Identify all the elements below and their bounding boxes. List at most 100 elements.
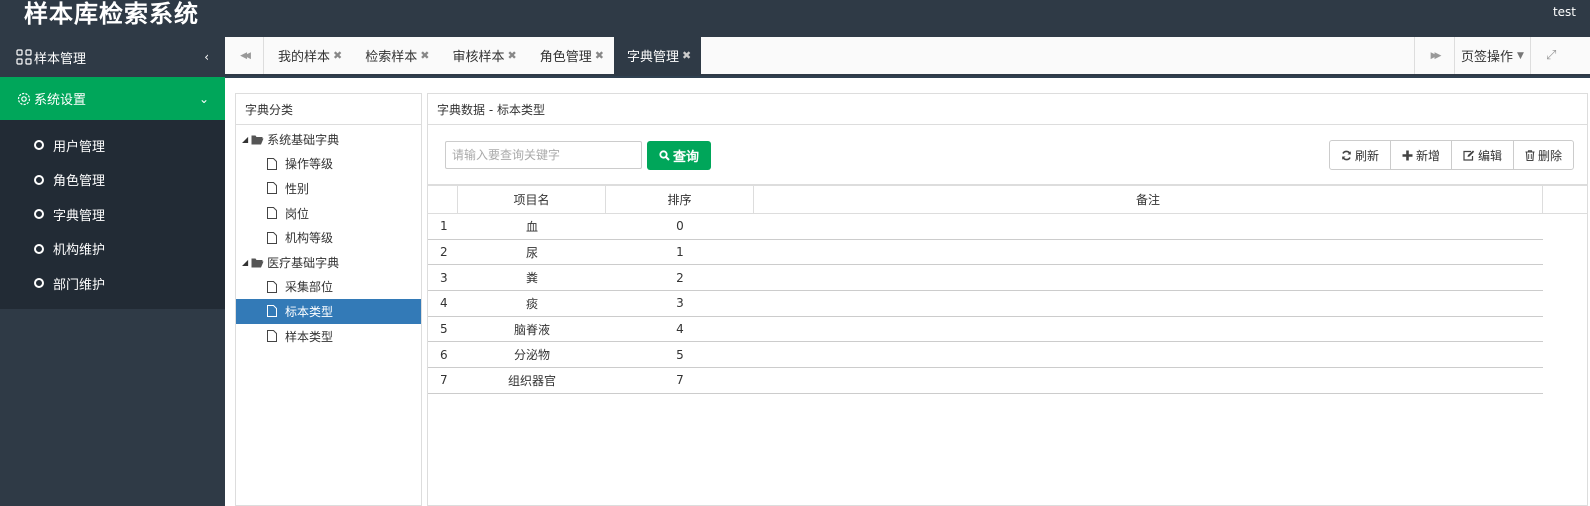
panel-title: 字典分类 — [236, 94, 421, 125]
tabs-bar: ◀◀ 我的样本 ✖ 检索样本 ✖ 审核样本 ✖ 角色管理 ✖ 字典管理 ✖ ▶▶… — [225, 37, 1590, 76]
close-icon[interactable]: ✖ — [682, 49, 691, 62]
folder-open-icon — [251, 258, 264, 268]
sidebar-group-system-settings[interactable]: 系统设置 ⌄ — [0, 77, 225, 120]
cell-note — [754, 265, 1543, 290]
tree-node-position[interactable]: 岗位 — [236, 201, 421, 226]
tree-node-label: 系统基础字典 — [267, 132, 340, 147]
add-label: 新增 — [1415, 148, 1440, 163]
search-input[interactable] — [445, 141, 642, 169]
tab-label: 角色管理 — [539, 50, 592, 65]
tab-search-samples[interactable]: 检索样本 ✖ — [352, 37, 439, 74]
sidebar-item-role-management[interactable]: 角色管理 — [0, 163, 225, 198]
refresh-icon — [1342, 150, 1351, 160]
column-header-note[interactable]: 备注 — [754, 186, 1543, 213]
tab-review-samples[interactable]: 审核样本 ✖ — [439, 37, 526, 74]
tree-node-medical-dict[interactable]: ◢ 医疗基础字典 — [236, 250, 421, 275]
tree-node-org-level[interactable]: 机构等级 — [236, 225, 421, 250]
sidebar-item-label: 用户管理 — [53, 139, 106, 155]
refresh-label: 刷新 — [1354, 148, 1379, 163]
tab-role-management[interactable]: 角色管理 ✖ — [527, 37, 614, 74]
dictionary-data-panel: 字典数据 - 标本类型 查询 刷新 新增 编辑 — [427, 93, 1588, 506]
column-header-name[interactable]: 项目名 — [458, 186, 606, 213]
file-icon — [267, 182, 277, 195]
sidebar-item-label: 机构维护 — [53, 243, 106, 259]
sidebar-submenu: 用户管理 角色管理 字典管理 机构维护 部门维护 — [0, 120, 225, 309]
sidebar-item-label: 角色管理 — [53, 174, 106, 190]
plus-icon — [1402, 150, 1413, 160]
tree-node-collection-site[interactable]: 采集部位 — [236, 275, 421, 300]
expand-triangle-icon[interactable]: ◢ — [242, 258, 248, 267]
sidebar-item-label: 部门维护 — [53, 277, 106, 293]
sidebar-item-label: 字典管理 — [53, 208, 106, 224]
file-icon — [267, 280, 277, 293]
tree-node-operation-level[interactable]: 操作等级 — [236, 152, 421, 177]
cell-note — [754, 368, 1543, 393]
tab-scroll-right-button[interactable]: ▶▶ — [1414, 37, 1454, 74]
expand-icon: ⤢ — [1546, 48, 1557, 63]
tab-operations-dropdown[interactable]: 页签操作 ▼ — [1454, 37, 1530, 74]
category-tree: ◢ 系统基础字典 操作等级 性别 岗位 机构等级 ◢ 医疗基础字典 采集部位 标… — [236, 125, 421, 348]
table-row[interactable]: 5 脑脊液 4 — [428, 317, 1543, 343]
tree-node-label: 岗位 — [285, 206, 310, 221]
cell-sort: 5 — [676, 347, 684, 362]
search-icon — [659, 150, 670, 161]
tree-node-gender[interactable]: 性别 — [236, 176, 421, 201]
data-table: 项目名 排序 备注 1 血 0 2 尿 1 3 粪 2 4 痰 3 5 脑脊液 … — [428, 185, 1587, 394]
close-icon[interactable]: ✖ — [507, 49, 516, 62]
sidebar-item-dictionary-management[interactable]: 字典管理 — [0, 197, 225, 232]
tree-node-sample-type[interactable]: 样本类型 — [236, 324, 421, 349]
sidebar-item-user-management[interactable]: 用户管理 — [0, 128, 225, 163]
delete-button[interactable]: 删除 — [1514, 141, 1573, 169]
folder-open-icon — [251, 135, 264, 145]
circle-icon — [34, 174, 44, 185]
fullscreen-button[interactable]: ⤢ — [1530, 37, 1590, 74]
table-header: 项目名 排序 备注 — [428, 185, 1587, 214]
close-icon[interactable]: ✖ — [595, 49, 604, 62]
cell-name: 粪 — [525, 271, 538, 286]
table-row[interactable]: 1 血 0 — [428, 214, 1543, 240]
sidebar-group-sample-management[interactable]: 样本管理 ‹ — [0, 37, 225, 77]
close-icon[interactable]: ✖ — [333, 49, 342, 62]
expand-triangle-icon[interactable]: ◢ — [242, 135, 248, 144]
chevron-down-icon: ⌄ — [198, 91, 209, 106]
top-bar: 样本库检索系统 test — [0, 0, 1590, 37]
cell-name: 痰 — [525, 296, 538, 311]
tree-node-label: 样本类型 — [285, 329, 334, 344]
main-content: 字典分类 ◢ 系统基础字典 操作等级 性别 岗位 机构等级 ◢ 医疗基础字典 采… — [225, 78, 1590, 506]
tree-node-label: 标本类型 — [285, 304, 334, 319]
tab-label: 审核样本 — [452, 50, 505, 65]
cell-sort: 0 — [676, 219, 684, 234]
edit-label: 编辑 — [1477, 148, 1502, 163]
close-icon[interactable]: ✖ — [420, 49, 429, 62]
table-row[interactable]: 7 组织器官 7 — [428, 368, 1543, 394]
tree-node-specimen-type[interactable]: 标本类型 — [236, 299, 421, 324]
search-button[interactable]: 查询 — [647, 141, 711, 170]
circle-icon — [34, 140, 44, 151]
tree-node-system-dict[interactable]: ◢ 系统基础字典 — [236, 127, 421, 152]
sidebar-item-org-maintenance[interactable]: 机构维护 — [0, 232, 225, 267]
table-row[interactable]: 4 痰 3 — [428, 291, 1543, 317]
table-row[interactable]: 2 尿 1 — [428, 240, 1543, 266]
tree-node-label: 采集部位 — [285, 280, 334, 295]
column-header-sort[interactable]: 排序 — [606, 186, 754, 213]
add-button[interactable]: 新增 — [1391, 141, 1452, 169]
cell-name: 血 — [525, 219, 538, 234]
row-index: 4 — [440, 296, 448, 311]
tab-scroll-left-button[interactable]: ◀◀ — [225, 37, 264, 74]
column-header-index — [428, 186, 458, 213]
refresh-button[interactable]: 刷新 — [1330, 141, 1391, 169]
edit-button[interactable]: 编辑 — [1452, 141, 1514, 169]
circle-icon — [34, 243, 44, 254]
tab-my-samples[interactable]: 我的样本 ✖ — [265, 37, 352, 74]
tab-label: 检索样本 — [365, 50, 418, 65]
tab-dictionary-management[interactable]: 字典管理 ✖ — [613, 37, 702, 74]
tree-node-label: 操作等级 — [285, 157, 334, 172]
user-name[interactable]: test — [1553, 5, 1576, 19]
sidebar-item-dept-maintenance[interactable]: 部门维护 — [0, 266, 225, 301]
column-header-spacer — [1543, 186, 1587, 213]
table-row[interactable]: 3 粪 2 — [428, 265, 1543, 292]
toolbar: 查询 刷新 新增 编辑 删除 — [428, 125, 1587, 185]
tab-label: 我的样本 — [278, 50, 331, 65]
tree-node-label: 医疗基础字典 — [267, 255, 340, 270]
table-row[interactable]: 6 分泌物 5 — [428, 342, 1543, 369]
